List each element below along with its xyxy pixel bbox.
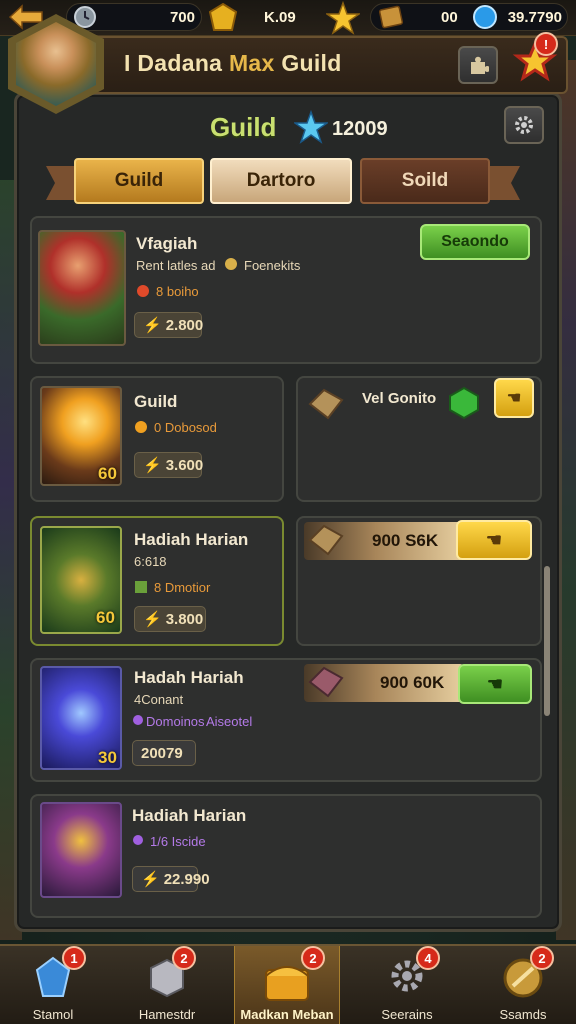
puzzle-icon	[471, 56, 489, 74]
nav-label: Ssamds	[499, 1007, 547, 1022]
price-pill: ⚡ 22.990	[132, 866, 210, 892]
price-pill: ⚡ 3.800	[134, 606, 206, 632]
nav-badge: 2	[172, 946, 196, 970]
nav-item-stamol[interactable]: 1 Stamol	[0, 946, 106, 1024]
title-prefix: I Dadana	[124, 50, 229, 76]
card-subtitle-extra: Foenekits	[244, 258, 301, 273]
offer-price: 900 60K	[380, 673, 445, 692]
price-value: 20079	[141, 744, 183, 762]
nav-badge: 1	[62, 946, 86, 970]
nav-item-seerains[interactable]: 4 Seerains	[354, 946, 460, 1024]
hand-icon: ☚	[506, 390, 522, 407]
nav-badge: 2	[301, 946, 325, 970]
page-title: I Dadana Max Guild	[124, 50, 342, 77]
item-level-badge: 60	[96, 608, 115, 627]
card-title: Hadiah Harian	[134, 530, 249, 549]
share-button[interactable]	[458, 46, 498, 84]
lightning-icon: ⚡	[141, 871, 160, 888]
card-title: Hadiah Harian	[132, 806, 247, 825]
nav-item-ssamds[interactable]: 2 Ssamds	[470, 946, 576, 1024]
title-suffix: Guild	[274, 50, 342, 76]
card-stat: 0 Dobosod	[154, 420, 217, 435]
card-stat: 8 boiho	[156, 284, 199, 299]
price-pill: 20079	[132, 740, 196, 766]
ruby-diamond-icon	[308, 666, 344, 698]
guild-summary: Guild 12009	[0, 110, 576, 148]
bronze-diamond-icon	[308, 388, 344, 420]
blue-star-icon	[294, 110, 328, 144]
green-gem-icon	[449, 386, 479, 420]
gem-value: 39.7790	[507, 8, 562, 26]
card-title: Hadah Hariah	[134, 668, 244, 687]
purple-gem-icon	[133, 835, 143, 845]
item-level-badge: 60	[98, 464, 117, 483]
gold-value: K.09	[264, 8, 296, 26]
item-level-badge: 30	[98, 748, 117, 767]
card-timer: 6:618	[134, 554, 167, 569]
hand-icon: ☚	[486, 673, 504, 694]
hero-portrait	[38, 230, 126, 346]
green-cube-icon	[135, 581, 147, 593]
card-stat: 8 Dmotior	[154, 580, 211, 595]
sun-icon	[135, 421, 147, 433]
claim-button[interactable]: Seaondo	[420, 224, 530, 260]
card-title: Vfagiah	[136, 234, 198, 253]
price-value: 2.800	[165, 316, 204, 334]
coin-icon	[225, 258, 237, 270]
lightning-icon: ⚡	[143, 457, 162, 474]
card-stat: 1/6 Iscide	[150, 834, 206, 849]
tab-dartoro[interactable]: Dartoro	[210, 158, 352, 204]
resource-scroll-gems[interactable]: 00 39.7790	[370, 3, 568, 31]
star-icon[interactable]	[326, 1, 360, 35]
lightning-icon: ⚡	[143, 317, 162, 334]
nav-label: Stamol	[32, 1007, 74, 1022]
scroll-value: 00	[441, 8, 458, 26]
guild-name: Guild	[210, 112, 277, 142]
buy-button[interactable]: ☚	[458, 664, 532, 704]
purple-gem-icon	[133, 715, 143, 725]
card-stat-extra: Aiseotel	[206, 714, 253, 729]
offer-label: Vel Gonito	[362, 390, 437, 407]
nav-badge: 4	[416, 946, 440, 970]
resource-timer[interactable]: 700	[66, 3, 202, 31]
timer-value: 700	[169, 8, 195, 26]
buy-button[interactable]: ☚	[494, 378, 534, 418]
nav-item-hamestdr[interactable]: 2 Hamestdr	[114, 946, 220, 1024]
hand-icon: ☚	[485, 529, 503, 550]
price-value: 22.990	[163, 870, 210, 888]
card-stat: Domoinos	[146, 714, 205, 729]
nav-label: Hamestdr	[138, 1007, 196, 1022]
resource-gold[interactable]: K.09	[242, 3, 332, 31]
price-value: 3.600	[165, 456, 204, 474]
card-subtitle: Rent latles ad	[136, 258, 216, 273]
bronze-diamond-icon	[308, 524, 344, 556]
notification-badge: !	[534, 32, 558, 56]
blue-gem-icon	[472, 5, 497, 29]
card-subtitle: 4Conant	[134, 692, 184, 707]
tab-guild[interactable]: Guild	[74, 158, 204, 204]
card-title: Guild	[134, 392, 178, 411]
gold-coin-icon	[208, 2, 238, 31]
price-pill: ⚡ 3.600	[134, 452, 204, 478]
nav-label: Seerains	[381, 1007, 433, 1022]
title-highlight: Max	[228, 50, 275, 76]
scrollbar[interactable]	[544, 566, 550, 716]
nav-item-madkan-meban[interactable]: 2 Madkan Meban	[234, 946, 340, 1024]
bottom-nav: 1 Stamol 2 Hamestdr 2 Madkan Meban 4 See…	[0, 944, 576, 1024]
nav-badge: 2	[530, 946, 554, 970]
item-staff-icon	[40, 802, 122, 898]
price-pill: ⚡ 2.800	[134, 312, 204, 338]
tab-soild[interactable]: Soild	[360, 158, 490, 204]
price-value: 3.800	[165, 610, 204, 628]
nav-label: Madkan Meban	[240, 1007, 334, 1022]
guild-score: 12009	[332, 118, 388, 140]
offer-price: 900 S6K	[372, 531, 439, 550]
heart-icon	[137, 285, 149, 297]
buy-button[interactable]: ☚	[456, 520, 532, 560]
scroll-icon	[378, 5, 404, 29]
lightning-icon: ⚡	[143, 611, 162, 628]
